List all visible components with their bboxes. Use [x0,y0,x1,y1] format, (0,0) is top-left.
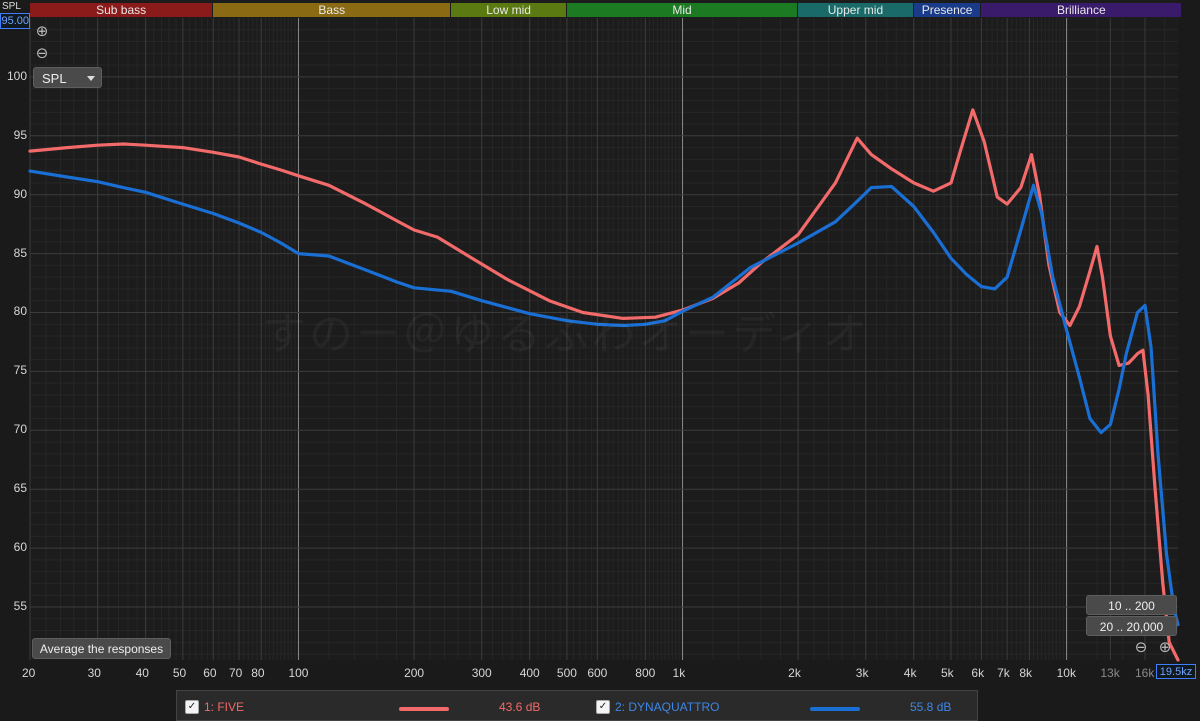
series-2-name: 2: DYNAQUATTRO [615,700,720,714]
x-tick-label: 200 [404,666,425,680]
y-tick-label: 90 [13,186,27,201]
band-upper-mid: Upper mid [798,3,913,17]
range-button-10-200[interactable]: 10 .. 200 [1086,595,1177,615]
band-presence: Presence [913,3,981,17]
band-bass: Bass [213,3,451,17]
y-tick-label: 65 [13,481,27,496]
y-tick-label: 75 [13,363,27,378]
zoom-in-icon[interactable]: ⊕ [34,24,50,40]
series-1-swatch [399,707,449,711]
series-1-value: 43.6 dB [499,700,541,714]
chevron-down-icon [87,76,95,81]
series-2-checkbox[interactable]: ✓ [596,700,610,714]
x-tick-label: 60 [203,666,217,680]
band-sub-bass: Sub bass [30,3,213,17]
y-tick-label: 100 [6,68,27,83]
x-tick-label: 300 [471,666,492,680]
x-tick-label: 30 [87,666,101,680]
x-tick-label: 1k [672,666,686,680]
x-tick-label: 600 [587,666,608,680]
x-tick-label: 80 [251,666,265,680]
frequency-response-chart: Sub bass Bass Low mid Mid Upper mid Presence B… [0,0,1200,721]
x-tick-label: 4k [903,666,917,680]
range-button-20-20000[interactable]: 20 .. 20,000 [1086,616,1177,636]
band-low-mid: Low mid [451,3,566,17]
x-tick-label: 6k [971,666,985,680]
x-tick-label: 50 [172,666,187,680]
band-mid: Mid [566,3,798,17]
y-tick-label: 85 [13,245,27,260]
watermark: すのー＠ゆるふわオーディオ [262,298,870,362]
band-brilliance: Brilliance [981,3,1182,17]
x-tick-label: 20 [22,666,36,680]
x-tick-label: 3k [855,666,869,680]
y-tick-label: 95 [13,127,27,142]
x-tick-label: 400 [519,666,540,680]
x-tick-label: 8k [1019,666,1033,680]
y-max-readout[interactable]: 95.00 [0,13,30,29]
legend: ✓ 1: FIVE 43.6 dB ✓ 2: DYNAQUATTRO 55.8 … [176,690,978,721]
x-tick-label: 500 [556,666,577,680]
x-tick-label: 16k [1135,666,1155,680]
y-tick-label: 55 [13,598,27,613]
x-tick-label: 5k [940,666,954,680]
x-tick-label: 70 [228,666,243,680]
y-tick-label: 60 [13,540,27,555]
x-tick-label: 10k [1056,666,1076,680]
series-1-checkbox[interactable]: ✓ [185,700,199,714]
x-tick-label: 40 [135,666,149,680]
series-2-swatch [810,707,860,711]
spl-select[interactable]: SPL [33,67,102,88]
y-tick-label: 80 [13,304,27,319]
x-zoom-out-icon[interactable]: ⊖ [1133,640,1149,656]
x-tick-label: 7k [997,666,1010,680]
x-tick-label: 2k [788,666,801,680]
x-tick-label: 800 [635,666,656,680]
series-2-value: 55.8 dB [910,700,952,714]
x-zoom-in-icon[interactable]: ⊕ [1157,640,1173,656]
zoom-out-icon[interactable]: ⊖ [34,46,50,62]
average-responses-button[interactable]: Average the responses [32,638,171,659]
x-max-readout[interactable]: 19.5kz [1156,664,1196,679]
series-1-name: 1: FIVE [204,700,245,714]
axis-corner-label: SPL [2,1,21,12]
x-tick-label: 13k [1100,666,1120,680]
spl-select-value: SPL [42,71,67,86]
y-tick-label: 70 [13,422,27,437]
x-tick-label: 100 [288,666,309,680]
